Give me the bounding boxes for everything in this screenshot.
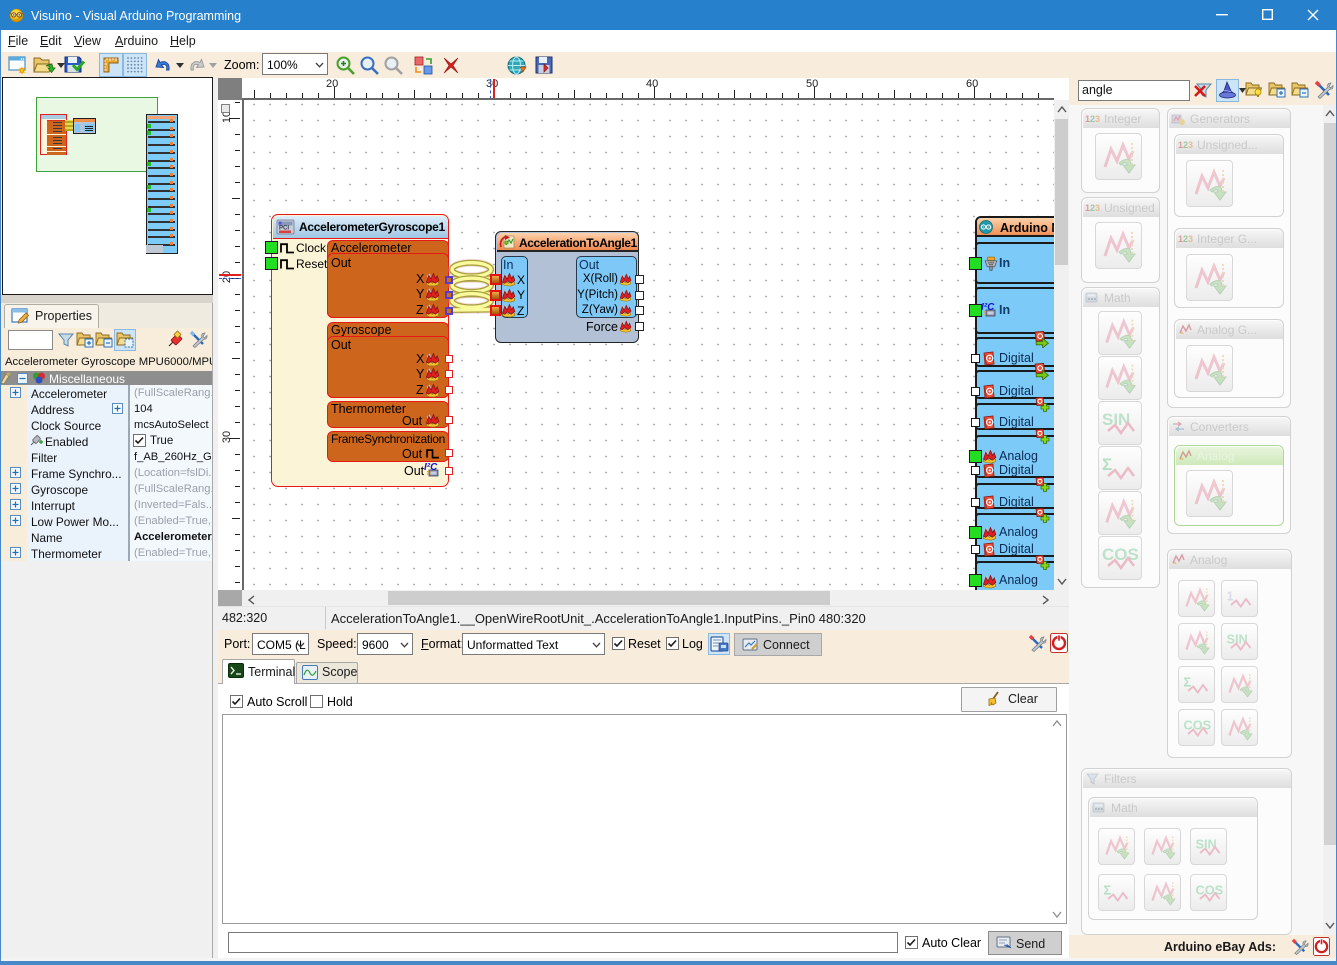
svg-text:3: 3 xyxy=(1095,114,1100,124)
svg-text:1: 1 xyxy=(1226,588,1233,603)
svg-text:Σ: Σ xyxy=(1183,674,1191,689)
svg-text:3: 3 xyxy=(1188,234,1193,244)
svg-text:COS: COS xyxy=(1195,882,1223,897)
svg-text:3: 3 xyxy=(1188,140,1193,150)
svg-text:COS: COS xyxy=(1102,545,1139,564)
svg-text:3: 3 xyxy=(1095,203,1100,213)
svg-text:I²C: I²C xyxy=(981,302,995,313)
svg-text:Σ: Σ xyxy=(1102,455,1112,474)
svg-text:Σ: Σ xyxy=(1103,882,1111,897)
svg-text:COS: COS xyxy=(1183,717,1211,732)
